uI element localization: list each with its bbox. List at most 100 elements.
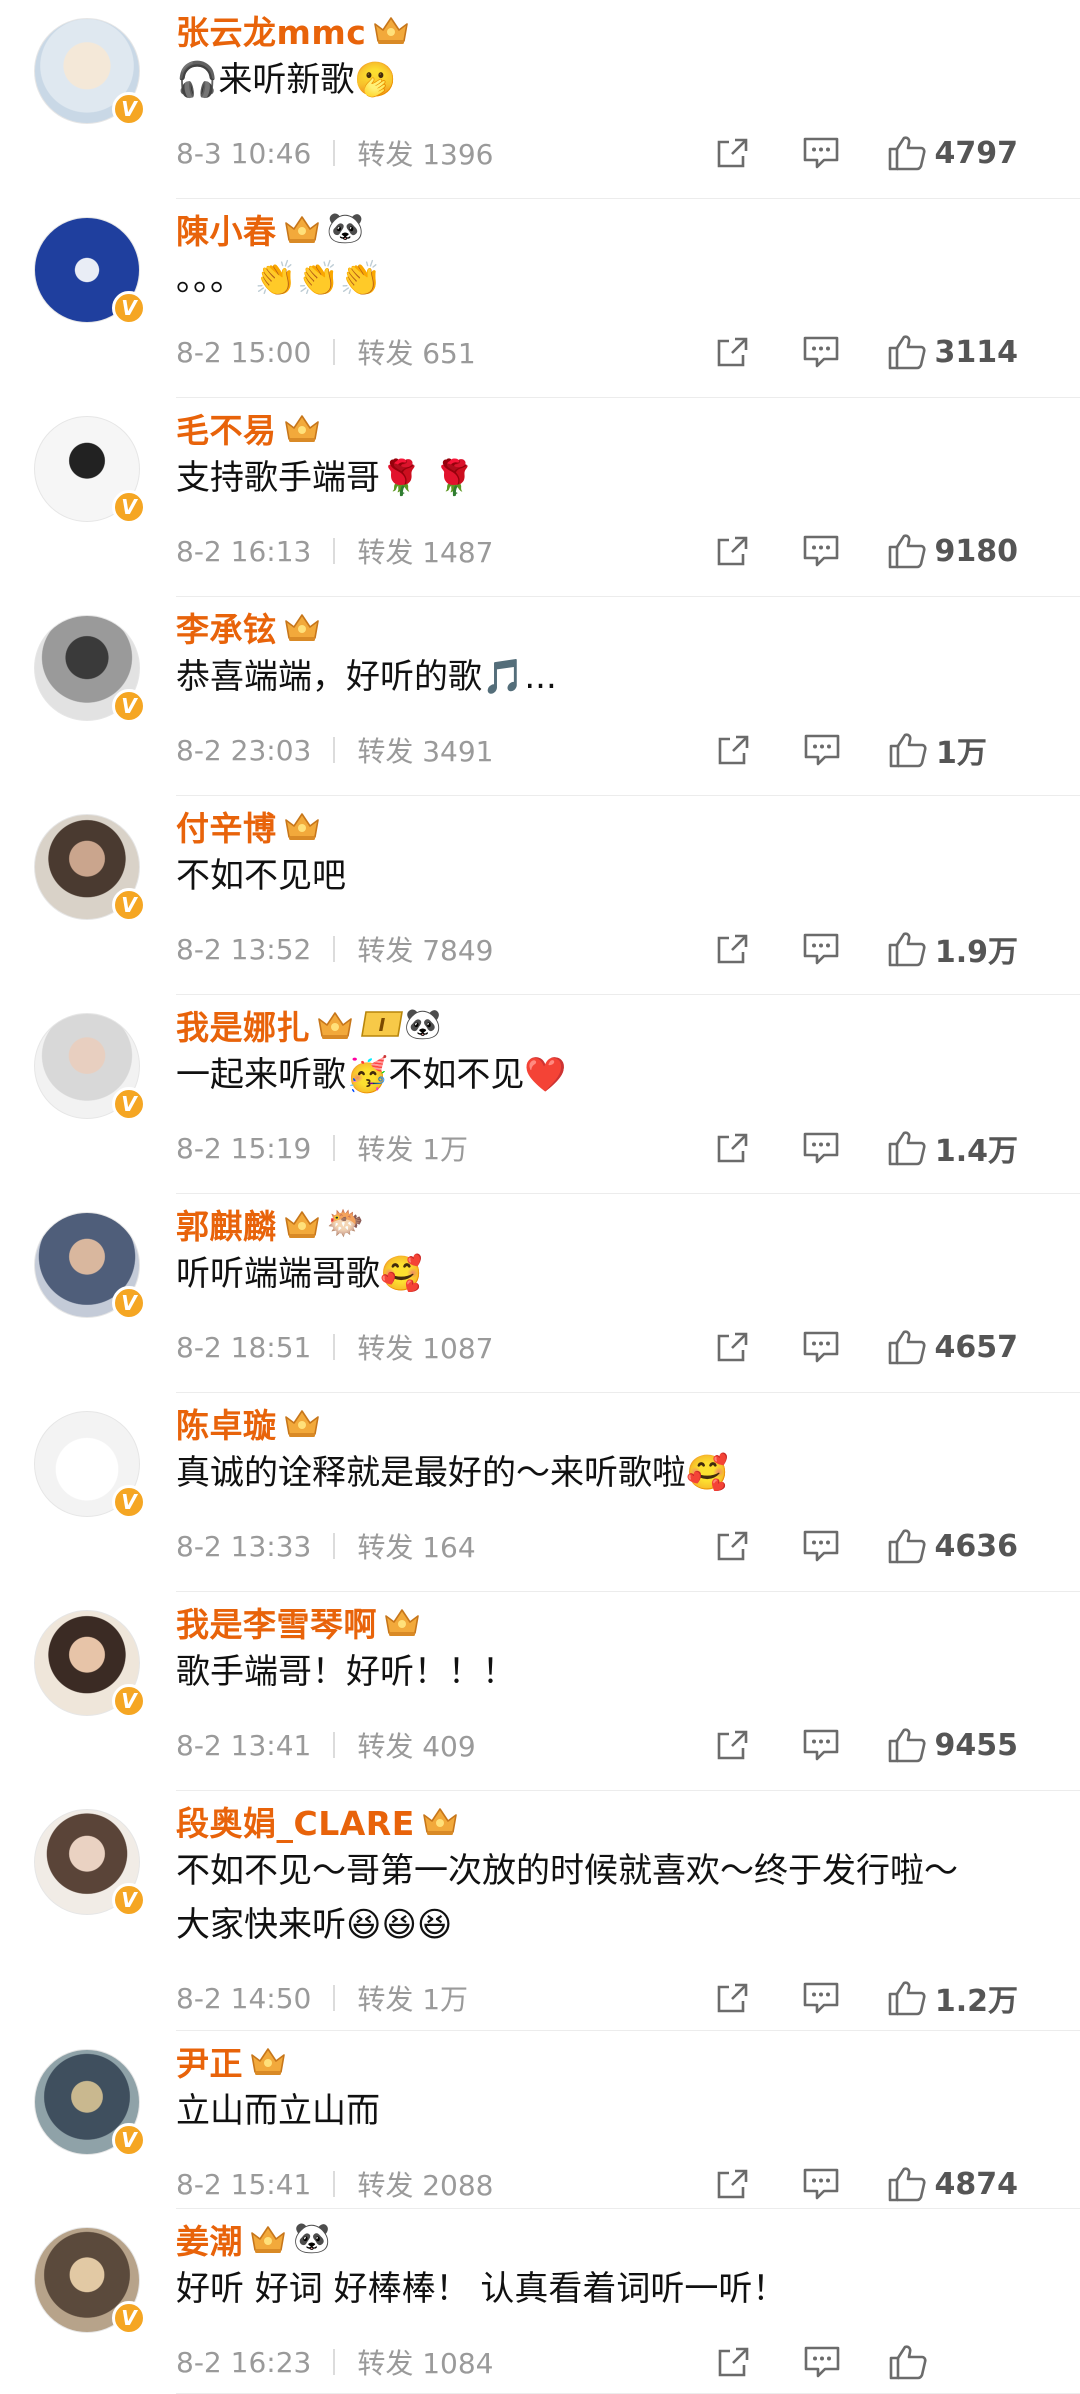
crown-badge-icon bbox=[283, 412, 321, 444]
comment-item[interactable]: V 李承铉 恭喜端端，好听的歌🎵... 8-2 23:03 转发 3491 1万 bbox=[0, 597, 1080, 796]
repost-count[interactable]: 转发 1487 bbox=[357, 531, 493, 571]
action-bar: 3114 bbox=[713, 332, 1018, 372]
author-name[interactable]: 毛不易 bbox=[176, 404, 277, 452]
like-icon[interactable] bbox=[888, 732, 928, 768]
share-icon[interactable] bbox=[714, 2344, 754, 2380]
reply-icon[interactable] bbox=[801, 2166, 841, 2202]
repost-count[interactable]: 转发 651 bbox=[357, 332, 475, 372]
share-icon[interactable] bbox=[713, 2166, 753, 2202]
comment-item[interactable]: V 陈卓璇 真诚的诠释就是最好的～来听歌啦🥰 8-2 13:33 转发 164 … bbox=[0, 1393, 1080, 1592]
like-icon[interactable] bbox=[887, 2166, 927, 2202]
avatar[interactable]: V bbox=[34, 814, 146, 922]
like-icon[interactable] bbox=[887, 1528, 927, 1564]
avatar[interactable]: V bbox=[34, 217, 146, 325]
like-count: 1.9万 bbox=[934, 935, 1018, 970]
like-icon[interactable] bbox=[887, 1329, 927, 1365]
reply-icon[interactable] bbox=[801, 1528, 841, 1564]
action-bar: 9455 bbox=[713, 1725, 1018, 1765]
share-icon[interactable] bbox=[714, 732, 754, 768]
avatar[interactable]: V bbox=[34, 1212, 146, 1320]
avatar[interactable]: V bbox=[34, 1809, 146, 1917]
comment-meta: 8-2 14:50 转发 1万 1.2万 bbox=[176, 1978, 1052, 2019]
repost-count[interactable]: 转发 1087 bbox=[357, 1327, 493, 1367]
author-name[interactable]: 尹正 bbox=[176, 2037, 243, 2085]
like-icon[interactable] bbox=[887, 533, 927, 569]
avatar[interactable]: V bbox=[34, 2049, 146, 2157]
like-icon[interactable] bbox=[887, 334, 927, 370]
author-name[interactable]: 段奥娟_CLARE bbox=[176, 1797, 415, 1845]
author-name[interactable]: 姜潮 bbox=[176, 2215, 243, 2263]
repost-count[interactable]: 转发 3491 bbox=[357, 730, 493, 770]
author-name[interactable]: 我是娜扎 bbox=[176, 1001, 310, 1049]
repost-count[interactable]: 转发 409 bbox=[357, 1725, 475, 1765]
author-name[interactable]: 李承铉 bbox=[176, 603, 277, 651]
comment-time: 8-3 10:46 bbox=[176, 136, 312, 170]
comment-item[interactable]: V 毛不易 支持歌手端哥🌹 🌹 8-2 16:13 转发 1487 9180 bbox=[0, 398, 1080, 597]
share-icon[interactable] bbox=[713, 931, 753, 967]
comment-item[interactable]: V 张云龙mmc 🎧来听新歌🫢 8-3 10:46 转发 1396 4797 bbox=[0, 0, 1080, 199]
comment-item[interactable]: V 付辛博 不如不见吧 8-2 13:52 转发 7849 1.9万 bbox=[0, 796, 1080, 995]
reply-icon[interactable] bbox=[802, 732, 842, 768]
author-name[interactable]: 张云龙mmc bbox=[176, 6, 366, 54]
share-icon[interactable] bbox=[713, 135, 753, 171]
like-icon[interactable] bbox=[887, 1727, 927, 1763]
divider bbox=[333, 936, 336, 962]
author-name[interactable]: 陈卓璇 bbox=[176, 1399, 277, 1447]
share-icon[interactable] bbox=[713, 334, 753, 370]
like-icon[interactable] bbox=[887, 1130, 927, 1166]
comment-meta: 8-2 15:41 转发 2088 4874 bbox=[176, 2164, 1052, 2204]
like-icon[interactable] bbox=[887, 1980, 927, 2016]
comment-text: 支持歌手端哥🌹 🌹 bbox=[176, 458, 476, 498]
share-icon[interactable] bbox=[713, 1130, 753, 1166]
like-icon[interactable] bbox=[887, 931, 927, 967]
reply-icon[interactable] bbox=[801, 1329, 841, 1365]
avatar[interactable]: V bbox=[34, 416, 146, 524]
author-name[interactable]: 付辛博 bbox=[176, 802, 277, 850]
avatar[interactable]: V bbox=[34, 18, 146, 126]
avatar[interactable]: V bbox=[34, 2227, 146, 2335]
reply-icon[interactable] bbox=[802, 2344, 842, 2380]
reply-icon[interactable] bbox=[801, 334, 841, 370]
reply-icon[interactable] bbox=[801, 1130, 841, 1166]
action-bar: 4636 bbox=[713, 1526, 1018, 1566]
comment-item[interactable]: V 我是娜扎 I 🐼 一起来听歌🥳不如不见❤️ 8-2 15:19 转发 1万 … bbox=[0, 995, 1080, 1194]
reply-icon[interactable] bbox=[801, 931, 841, 967]
reply-icon[interactable] bbox=[801, 1727, 841, 1763]
repost-count[interactable]: 转发 1396 bbox=[357, 133, 493, 173]
repost-count[interactable]: 转发 164 bbox=[357, 1526, 475, 1566]
author-row: 姜潮 🐼 bbox=[176, 2217, 330, 2261]
comment-time: 8-2 15:00 bbox=[176, 335, 312, 369]
action-bar: 4874 bbox=[713, 2164, 1018, 2204]
reply-icon[interactable] bbox=[801, 1980, 841, 2016]
comment-item[interactable]: V 尹正 立山而立山而 8-2 15:41 转发 2088 4874 bbox=[0, 2031, 1080, 2209]
comment-item[interactable]: V 我是李雪琴啊 歌手端哥！好听！！！ 8-2 13:41 转发 409 945… bbox=[0, 1592, 1080, 1791]
comment-item[interactable]: V 郭麒麟 🐡 听听端端哥歌🥰 8-2 18:51 转发 1087 4657 bbox=[0, 1194, 1080, 1393]
avatar[interactable]: V bbox=[34, 1610, 146, 1718]
avatar[interactable]: V bbox=[34, 1411, 146, 1519]
share-icon[interactable] bbox=[713, 1329, 753, 1365]
repost-count[interactable]: 转发 1084 bbox=[357, 2342, 493, 2382]
repost-count[interactable]: 转发 7849 bbox=[357, 929, 493, 969]
crown-badge-icon bbox=[283, 213, 321, 245]
comment-time: 8-2 15:41 bbox=[176, 2167, 312, 2201]
comment-meta: 8-3 10:46 转发 1396 4797 bbox=[176, 133, 1052, 173]
share-icon[interactable] bbox=[713, 533, 753, 569]
avatar[interactable]: V bbox=[34, 1013, 146, 1121]
share-icon[interactable] bbox=[713, 1727, 753, 1763]
share-icon[interactable] bbox=[713, 1980, 753, 2016]
author-name[interactable]: 陳小春 bbox=[176, 205, 277, 253]
comment-item[interactable]: V 陳小春 🐼 。。。 👏👏👏 8-2 15:00 转发 651 3114 bbox=[0, 199, 1080, 398]
comment-item[interactable]: V 段奥娟_CLARE 不如不见～哥第一次放的时候就喜欢～终于发行啦～ 大家快来… bbox=[0, 1791, 1080, 2031]
repost-count[interactable]: 转发 1万 bbox=[357, 1978, 468, 2018]
share-icon[interactable] bbox=[713, 1528, 753, 1564]
reply-icon[interactable] bbox=[801, 533, 841, 569]
reply-icon[interactable] bbox=[801, 135, 841, 171]
comment-item[interactable]: V 姜潮 🐼 好听 好词 好棒棒！ 认真看着词听一听！ 8-2 16:23 转发… bbox=[0, 2209, 1080, 2394]
like-icon[interactable] bbox=[887, 135, 927, 171]
like-icon[interactable] bbox=[888, 2344, 928, 2380]
author-name[interactable]: 我是李雪琴啊 bbox=[176, 1598, 377, 1646]
author-name[interactable]: 郭麒麟 bbox=[176, 1200, 277, 1248]
avatar[interactable]: V bbox=[34, 615, 146, 723]
repost-count[interactable]: 转发 1万 bbox=[357, 1128, 468, 1168]
repost-count[interactable]: 转发 2088 bbox=[357, 2164, 493, 2204]
